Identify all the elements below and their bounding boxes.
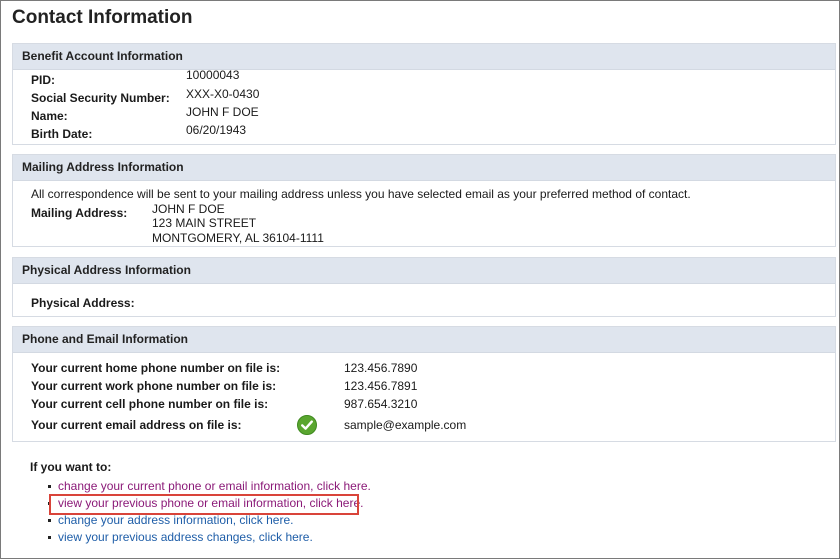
benefit-account-header: Benefit Account Information — [13, 44, 835, 70]
name-label: Name: — [31, 109, 68, 123]
change-address-link[interactable]: change your address information, click h… — [58, 513, 293, 527]
action-links-list: change your current phone or email infor… — [30, 478, 371, 546]
physical-address-panel: Physical Address Information Physical Ad… — [12, 257, 836, 317]
name-value: JOHN F DOE — [186, 105, 259, 119]
ssn-label: Social Security Number: — [31, 91, 170, 105]
bullet-icon — [48, 536, 51, 539]
physical-address-header: Physical Address Information — [13, 258, 835, 284]
cell-phone-label: Your current cell phone number on file i… — [31, 397, 269, 411]
benefit-account-panel: Benefit Account Information PID: 1000004… — [12, 43, 836, 145]
home-phone-label: Your current home phone number on file i… — [31, 361, 281, 375]
work-phone-label: Your current work phone number on file i… — [31, 379, 277, 393]
mailing-address-line2: 123 MAIN STREET — [152, 216, 257, 230]
mailing-note: All correspondence will be sent to your … — [31, 187, 691, 201]
bullet-icon — [48, 485, 51, 488]
action-links-intro: If you want to: — [30, 460, 112, 474]
pid-value: 10000043 — [186, 68, 240, 82]
list-item: view your previous phone or email inform… — [30, 494, 371, 515]
birth-date-value: 06/20/1943 — [186, 123, 247, 137]
email-label: Your current email address on file is: — [31, 418, 242, 432]
list-item: change your address information, click h… — [30, 512, 371, 529]
ssn-value: XXX-X0-0430 — [186, 87, 260, 101]
work-phone-value: 123.456.7891 — [344, 379, 418, 393]
page-frame: Contact Information Benefit Account Info… — [0, 0, 840, 559]
phone-email-panel: Phone and Email Information Your current… — [12, 326, 836, 442]
check-circle-icon — [297, 415, 317, 435]
physical-address-label: Physical Address: — [31, 296, 135, 310]
mailing-address-label: Mailing Address: — [31, 206, 128, 220]
mailing-address-header: Mailing Address Information — [13, 155, 835, 181]
bullet-icon — [48, 519, 51, 522]
birth-date-label: Birth Date: — [31, 127, 93, 141]
page-title: Contact Information — [12, 7, 193, 28]
cell-phone-value: 987.654.3210 — [344, 397, 418, 411]
mailing-address-line1: JOHN F DOE — [152, 202, 225, 216]
bullet-icon — [48, 502, 51, 505]
home-phone-value: 123.456.7890 — [344, 361, 418, 375]
phone-email-header: Phone and Email Information — [13, 327, 835, 353]
pid-label: PID: — [31, 73, 55, 87]
mailing-address-line3: MONTGOMERY, AL 36104-1111 — [152, 231, 324, 245]
email-value: sample@example.com — [344, 418, 467, 432]
list-item: view your previous address changes, clic… — [30, 529, 371, 546]
change-phone-email-link[interactable]: change your current phone or email infor… — [58, 479, 371, 493]
list-item: change your current phone or email infor… — [30, 478, 371, 495]
view-previous-address-changes-link[interactable]: view your previous address changes, clic… — [58, 530, 313, 544]
mailing-address-panel: Mailing Address Information All correspo… — [12, 154, 836, 247]
view-previous-phone-email-link[interactable]: view your previous phone or email inform… — [58, 496, 363, 510]
action-links-section: If you want to: change your current phon… — [30, 460, 371, 546]
